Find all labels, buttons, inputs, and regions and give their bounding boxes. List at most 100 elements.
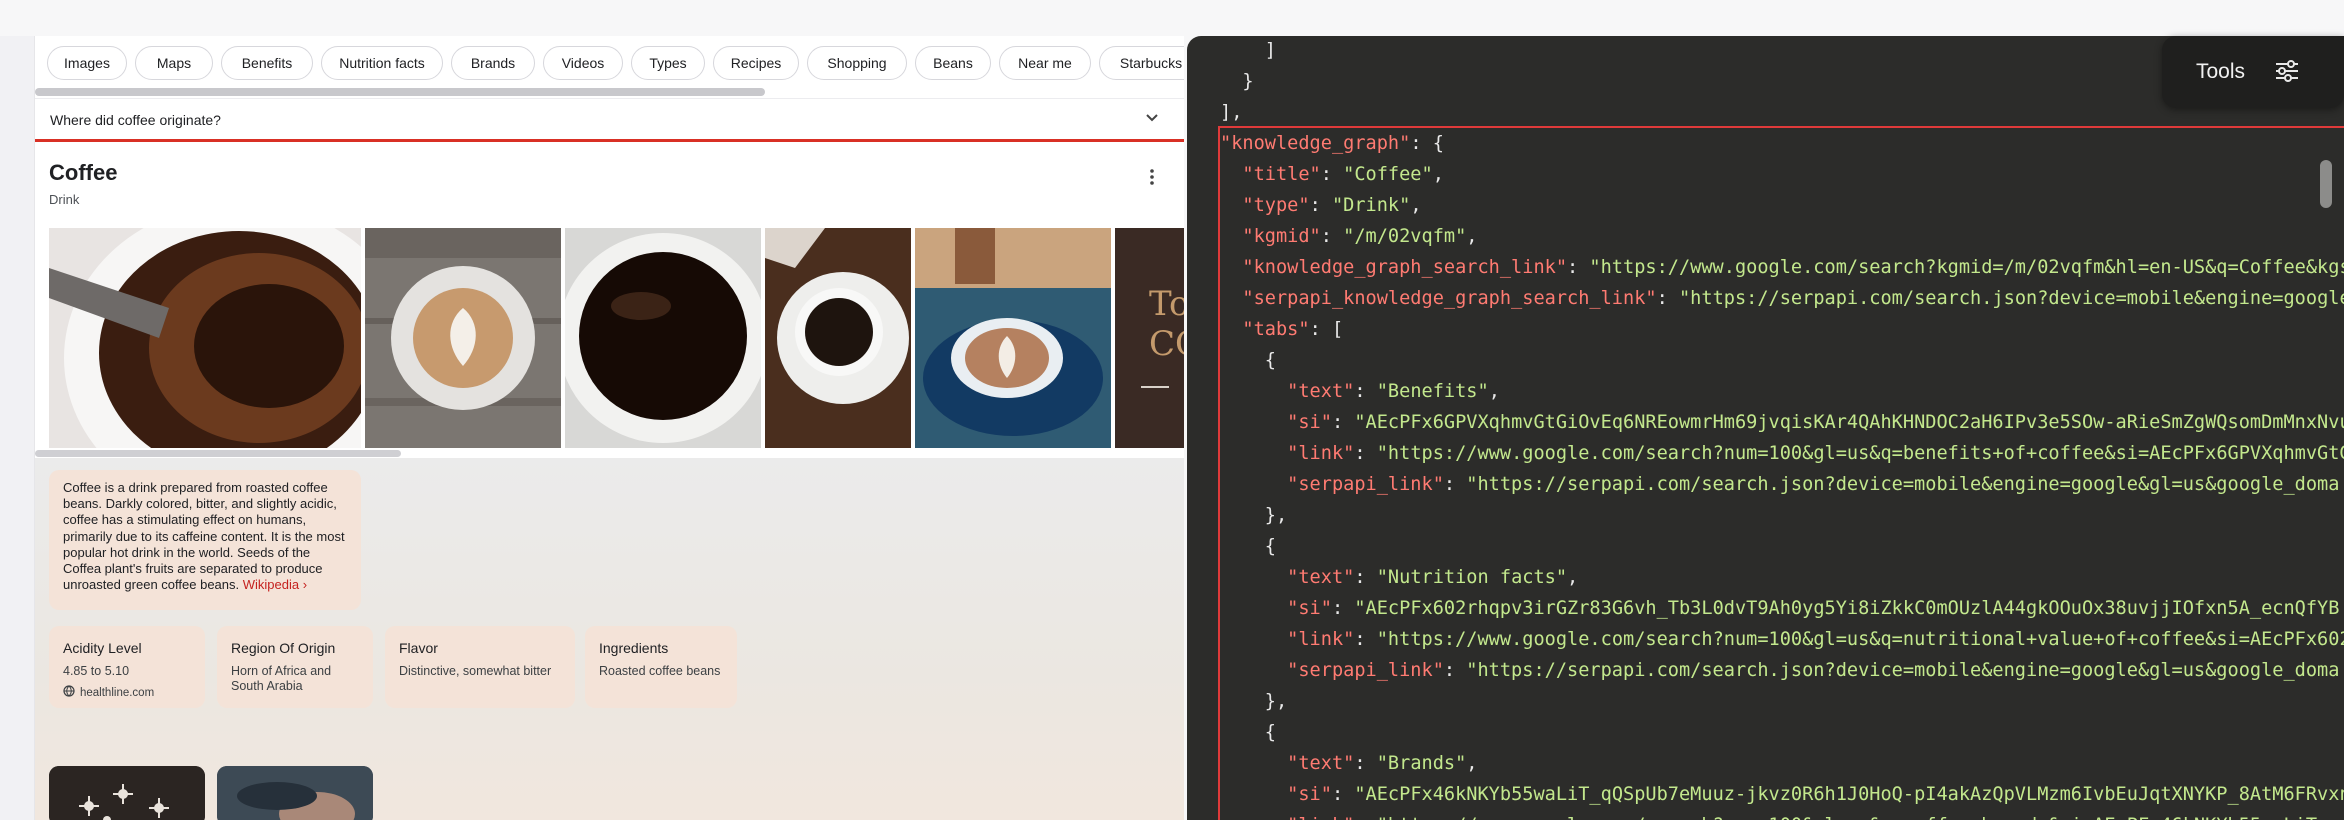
json-string-value: "/m/02vqfm": [1343, 226, 1467, 247]
json-line: "link": "https://www.google.com/search?n…: [1220, 810, 2339, 820]
json-punctuation: },: [1220, 505, 1288, 526]
json-punctuation: :: [1331, 784, 1355, 805]
json-key: "si": [1220, 598, 1332, 619]
json-punctuation: {: [1220, 350, 1276, 371]
fact-title: Flavor: [399, 640, 438, 656]
json-punctuation: ,: [1410, 195, 1422, 216]
fact-value: Distinctive, somewhat bitter: [399, 664, 552, 678]
fact-source[interactable]: healthline.com: [63, 685, 191, 700]
fact-title: Region Of Origin: [231, 640, 336, 656]
json-line: "tabs": [: [1220, 314, 1343, 345]
json-line: "si": "AEcPFx602rhqpv3irGZr83G6vh_Tb3L0d…: [1220, 593, 2339, 624]
json-punctuation: ,: [1432, 164, 1444, 185]
fact-card-acidity-level[interactable]: Acidity Level 4.85 to 5.10 healthline.co…: [49, 626, 205, 708]
json-line: ],: [1220, 97, 1242, 128]
chip-near-me[interactable]: Near me: [999, 46, 1091, 80]
fact-card-region-of-origin[interactable]: Region Of Origin Horn of Africa and Sout…: [217, 626, 373, 708]
chip-types[interactable]: Types: [631, 46, 705, 80]
chip-label: Near me: [1018, 55, 1072, 71]
json-string-value: "AEcPFx602rhqpv3irGZr83G6vh_Tb3L0dvT9Ah0…: [1354, 598, 2340, 619]
search-results-panel: Images Maps Benefits Nutrition facts Bra…: [34, 36, 1184, 820]
gallery-scrollbar[interactable]: [35, 450, 401, 457]
json-punctuation: ,: [1488, 381, 1500, 402]
json-scrollbar[interactable]: [2320, 160, 2332, 208]
gallery-image-cappuccino-blue-cup[interactable]: [915, 228, 1111, 448]
chip-images[interactable]: Images: [47, 46, 127, 80]
fact-title: Acidity Level: [63, 640, 142, 656]
chip-maps[interactable]: Maps: [135, 46, 213, 80]
related-card-image-person[interactable]: [217, 766, 373, 820]
json-punctuation: :: [1443, 660, 1467, 681]
json-line: "knowledge_graph_search_link": "https://…: [1220, 252, 2344, 283]
tools-button[interactable]: Tools: [2162, 36, 2344, 108]
chip-label: Brands: [470, 55, 516, 71]
json-key: "text": [1220, 381, 1355, 402]
chip-label: Videos: [561, 55, 605, 71]
json-string-value: "https://serpapi.com/search.json?device=…: [1466, 660, 2340, 681]
fact-value: Horn of Africa and South Arabia: [231, 664, 332, 693]
json-punctuation: }: [1220, 71, 1254, 92]
json-line: "text": "Brands",: [1220, 748, 1478, 779]
highlight-divider: [35, 139, 1184, 142]
chip-label: Maps: [156, 55, 192, 71]
fact-title: Ingredients: [599, 640, 669, 656]
chip-label: Starbucks: [1119, 55, 1183, 71]
json-line: "type": "Drink",: [1220, 190, 1422, 221]
gallery-image-espresso-saucer[interactable]: [765, 228, 911, 448]
globe-icon: [63, 685, 75, 700]
fact-source-label: healthline.com: [80, 686, 155, 699]
json-punctuation: :: [1331, 412, 1355, 433]
json-key: "serpapi_knowledge_graph_search_link": [1220, 288, 1657, 309]
tools-label: Tools: [2196, 60, 2246, 83]
chip-label: Beans: [933, 55, 973, 71]
related-question-row[interactable]: Where did coffee originate?: [35, 98, 1184, 142]
json-line: ]: [1220, 36, 1276, 66]
json-line: "si": "AEcPFx46kNKYb55waLiT_qQSpUb7eMuuz…: [1220, 779, 2344, 810]
gallery-image-coffee-cup-closeup[interactable]: [49, 228, 361, 448]
json-line: "serpapi_link": "https://serpapi.com/sea…: [1220, 469, 2339, 500]
left-margin: [0, 36, 34, 820]
chip-recipes[interactable]: Recipes: [713, 46, 799, 80]
json-punctuation: ,: [1466, 753, 1478, 774]
fact-value: Roasted coffee beans: [599, 664, 721, 678]
screen: Images Maps Benefits Nutrition facts Bra…: [0, 0, 2344, 820]
json-line: },: [1220, 500, 1287, 531]
fact-card-ingredients[interactable]: Ingredients Roasted coffee beans: [585, 626, 737, 708]
json-string-value: "https://serpapi.com/search.json?device=…: [1678, 288, 2344, 309]
chip-label: Benefits: [241, 55, 293, 71]
chip-shopping[interactable]: Shopping: [807, 46, 907, 80]
chip-videos[interactable]: Videos: [543, 46, 623, 80]
json-string-value: "https://www.google.com/search?num=100&g…: [1376, 443, 2344, 464]
fact-card-flavor[interactable]: Flavor Distinctive, somewhat bitter: [385, 626, 575, 708]
chip-brands[interactable]: Brands: [451, 46, 535, 80]
json-key: "link": [1220, 443, 1355, 464]
json-key: "tabs": [1220, 319, 1310, 340]
chip-label: Shopping: [827, 55, 887, 71]
chips-scrollbar[interactable]: [35, 88, 765, 96]
json-punctuation: :: [1354, 443, 1377, 464]
json-punctuation: :: [1567, 257, 1590, 278]
json-key: "title": [1220, 164, 1321, 185]
gallery-image-latte-art-table[interactable]: [365, 228, 561, 448]
json-line: },: [1220, 686, 1287, 717]
chip-beans[interactable]: Beans: [915, 46, 991, 80]
json-line: {: [1220, 531, 1276, 562]
json-key: "knowledge_graph": [1220, 133, 1411, 154]
json-key: "kgmid": [1220, 226, 1321, 247]
wikipedia-link[interactable]: Wikipedia ›: [243, 577, 307, 592]
chip-nutrition-facts[interactable]: Nutrition facts: [321, 46, 443, 80]
json-line: "text": "Benefits",: [1220, 376, 1500, 407]
related-card-image-flowers[interactable]: [49, 766, 205, 820]
json-string-value: "https://www.google.com/search?num=100&g…: [1376, 629, 2344, 650]
gallery-image-black-coffee-mug[interactable]: [565, 228, 761, 448]
chevron-down-icon[interactable]: [1141, 107, 1163, 129]
chip-benefits[interactable]: Benefits: [221, 46, 313, 80]
json-line: "link": "https://www.google.com/search?n…: [1220, 624, 2344, 655]
filter-chips-row: Images Maps Benefits Nutrition facts Bra…: [35, 46, 1184, 88]
knowledge-panel-title: Coffee: [49, 160, 118, 185]
json-key: "text": [1220, 567, 1355, 588]
json-punctuation: : {: [1410, 133, 1444, 154]
chip-starbucks[interactable]: Starbucks: [1099, 46, 1184, 80]
gallery-image-partial[interactable]: To CO: [1115, 228, 1184, 448]
more-options-icon[interactable]: [1141, 166, 1163, 188]
